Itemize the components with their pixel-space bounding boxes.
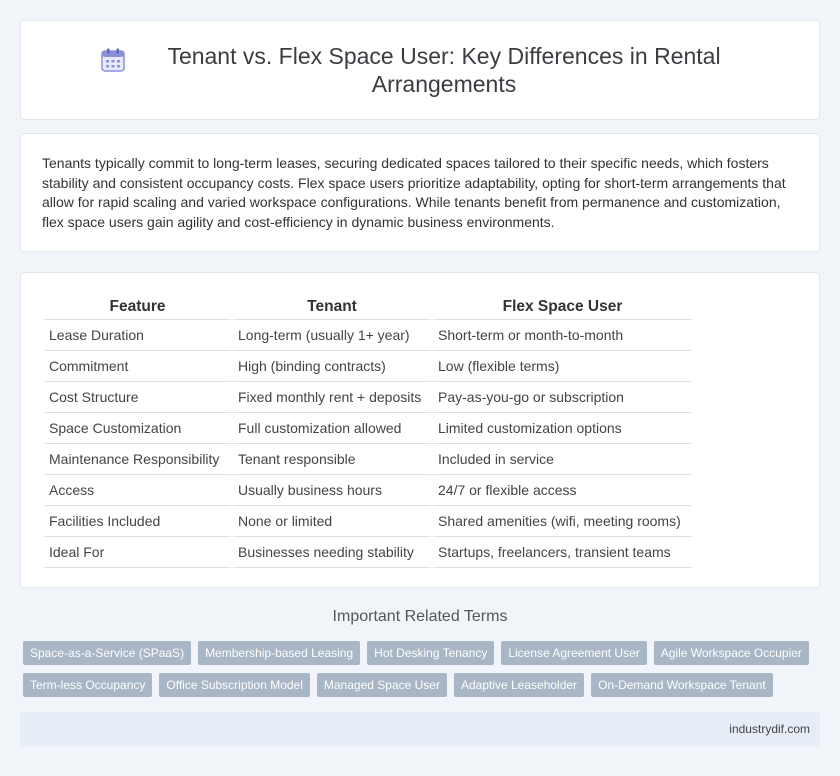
page-title: Tenant vs. Flex Space User: Key Differen…: [167, 43, 721, 97]
header-feature: Feature: [44, 295, 231, 320]
related-tag[interactable]: Managed Space User: [316, 673, 447, 697]
feature-cell: Facilities Included: [44, 506, 231, 537]
flex-cell: Limited customization options: [433, 413, 692, 444]
flex-cell: 24/7 or flexible access: [433, 475, 692, 506]
flex-cell: Short-term or month-to-month: [433, 320, 692, 351]
title-wrap: Tenant vs. Flex Space User: Key Differen…: [100, 42, 740, 98]
comparison-table: Feature Tenant Flex Space User Lease Dur…: [42, 295, 694, 568]
footer-site[interactable]: industrydif.com: [729, 722, 810, 736]
table-row: Facilities Included None or limited Shar…: [44, 506, 692, 537]
table-row: Cost Structure Fixed monthly rent + depo…: [44, 382, 692, 413]
tenant-cell: Tenant responsible: [233, 444, 431, 475]
related-terms-title: Important Related Terms: [332, 608, 508, 625]
header-tenant: Tenant: [233, 295, 431, 320]
tenant-cell: Long-term (usually 1+ year): [233, 320, 431, 351]
feature-cell: Cost Structure: [44, 382, 231, 413]
flex-cell: Startups, freelancers, transient teams: [433, 537, 692, 568]
feature-cell: Maintenance Responsibility: [44, 444, 231, 475]
calendar-icon: [101, 48, 125, 72]
tenant-cell: None or limited: [233, 506, 431, 537]
feature-cell: Access: [44, 475, 231, 506]
flex-cell: Pay-as-you-go or subscription: [433, 382, 692, 413]
related-tag[interactable]: License Agreement User: [501, 641, 647, 665]
footer: industrydif.com: [20, 712, 820, 746]
header-flex-space-user: Flex Space User: [433, 295, 692, 320]
table-card: Feature Tenant Flex Space User Lease Dur…: [20, 272, 820, 588]
summary-text: Tenants typically commit to long-term le…: [42, 155, 786, 230]
related-tag[interactable]: Agile Workspace Occupier: [653, 641, 809, 665]
feature-cell: Commitment: [44, 351, 231, 382]
title-card: Tenant vs. Flex Space User: Key Differen…: [20, 20, 820, 120]
related-tag[interactable]: Office Subscription Model: [159, 673, 310, 697]
related-tag[interactable]: Adaptive Leaseholder: [453, 673, 585, 697]
table-row: Ideal For Businesses needing stability S…: [44, 537, 692, 568]
table-row: Access Usually business hours 24/7 or fl…: [44, 475, 692, 506]
table-row: Commitment High (binding contracts) Low …: [44, 351, 692, 382]
related-tag[interactable]: Term-less Occupancy: [23, 673, 153, 697]
related-tag[interactable]: Hot Desking Tenancy: [367, 641, 495, 665]
table-row: Space Customization Full customization a…: [44, 413, 692, 444]
feature-cell: Ideal For: [44, 537, 231, 568]
flex-cell: Shared amenities (wifi, meeting rooms): [433, 506, 692, 537]
related-tags: Space-as-a-Service (SPaaS) Membership-ba…: [23, 641, 823, 697]
table-header-row: Feature Tenant Flex Space User: [44, 295, 692, 320]
feature-cell: Lease Duration: [44, 320, 231, 351]
flex-cell: Included in service: [433, 444, 692, 475]
tenant-cell: High (binding contracts): [233, 351, 431, 382]
feature-cell: Space Customization: [44, 413, 231, 444]
tenant-cell: Fixed monthly rent + deposits: [233, 382, 431, 413]
tenant-cell: Full customization allowed: [233, 413, 431, 444]
table-row: Lease Duration Long-term (usually 1+ yea…: [44, 320, 692, 351]
related-tag[interactable]: Space-as-a-Service (SPaaS): [23, 641, 192, 665]
tenant-cell: Businesses needing stability: [233, 537, 431, 568]
related-tag[interactable]: On-Demand Workspace Tenant: [591, 673, 773, 697]
related-tag[interactable]: Membership-based Leasing: [198, 641, 361, 665]
table-row: Maintenance Responsibility Tenant respon…: [44, 444, 692, 475]
summary-card: Tenants typically commit to long-term le…: [20, 133, 820, 252]
tenant-cell: Usually business hours: [233, 475, 431, 506]
flex-cell: Low (flexible terms): [433, 351, 692, 382]
